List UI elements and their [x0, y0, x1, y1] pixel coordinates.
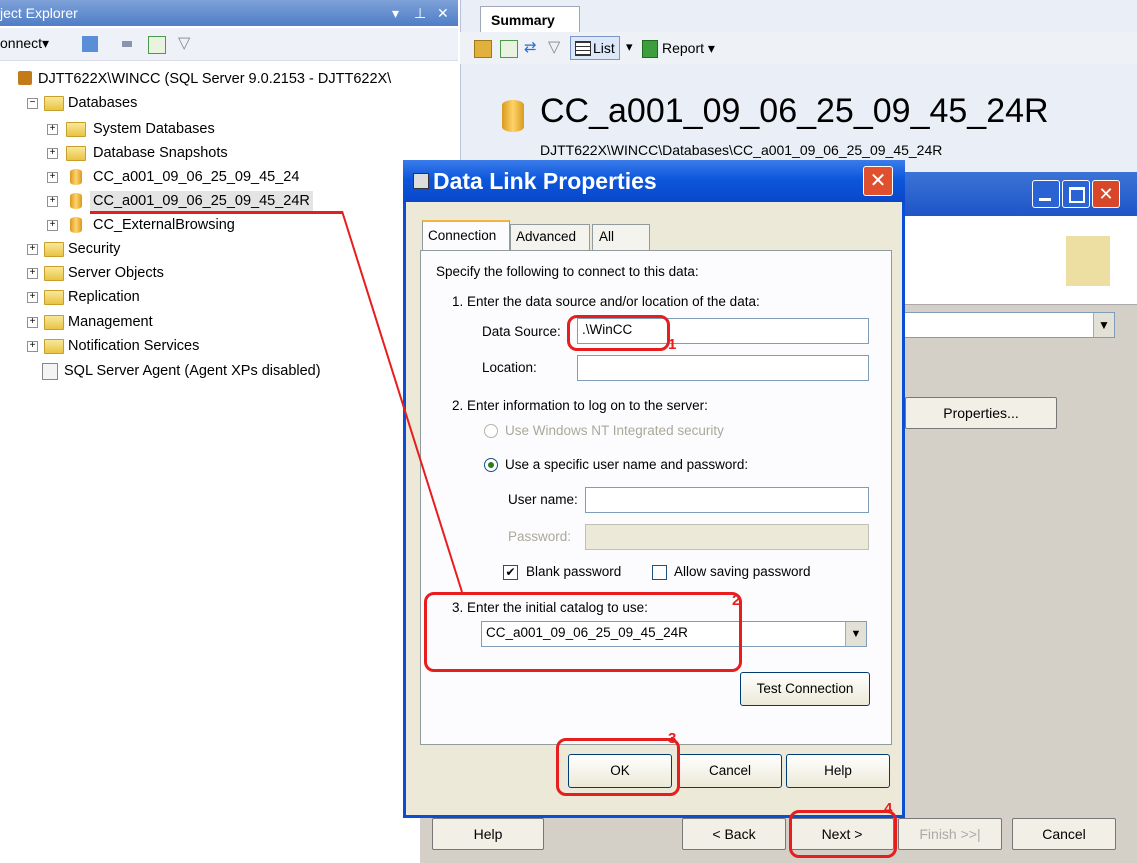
annotation-label-4: 4	[884, 800, 893, 817]
annotation-box-4	[789, 810, 897, 858]
annotation-box-1	[567, 315, 670, 351]
annotation-box-3	[556, 738, 680, 796]
annotation-box-2	[424, 592, 742, 672]
annotation-label-2: 2	[732, 592, 741, 609]
annotation-connector	[341, 210, 463, 593]
annotation-label-3: 3	[668, 730, 677, 747]
annotation-label-1: 1	[668, 336, 677, 353]
